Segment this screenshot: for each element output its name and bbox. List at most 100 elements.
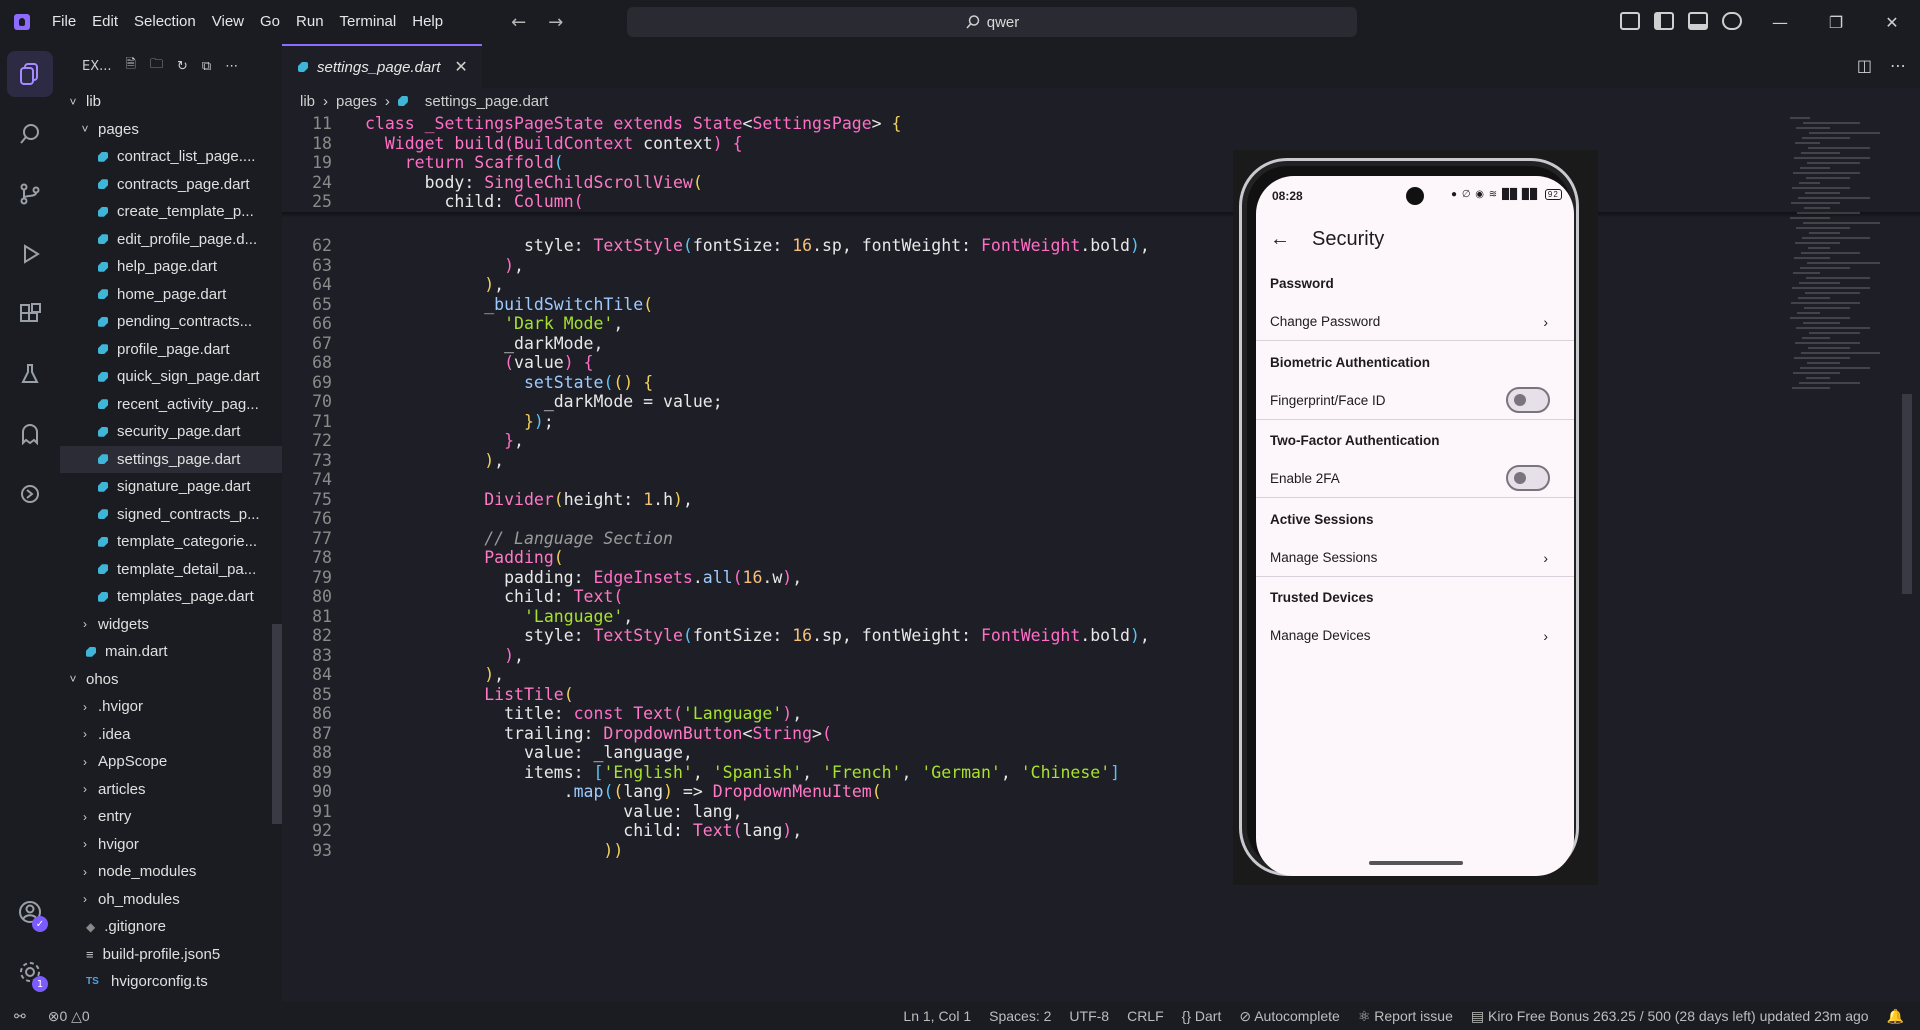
notifications-bell-icon[interactable]: 🔔	[1887, 1008, 1904, 1025]
settings-tile[interactable]: Change Password	[1270, 314, 1380, 329]
chevron-right-icon[interactable]: ›	[1543, 550, 1548, 566]
tree-folder[interactable]: › oh_modules	[60, 886, 282, 914]
report-issue[interactable]: ⚛ Report issue	[1358, 1008, 1453, 1025]
chevron-right-icon[interactable]: ›	[1543, 628, 1548, 644]
phone-screen[interactable]: 08:28 ● ∅ ◉ ≋ ██ ██ 92 ← Security Passwo…	[1256, 176, 1574, 876]
breadcrumb-file[interactable]: settings_page.dart	[425, 93, 548, 110]
tree-folder[interactable]: › node_modules	[60, 858, 282, 886]
settings-tile[interactable]: Enable 2FA	[1270, 471, 1340, 486]
editor-scrollbar[interactable]	[1902, 394, 1912, 594]
refresh-icon[interactable]: ↻	[177, 59, 188, 74]
remote-icon[interactable]: ⚯	[14, 1008, 26, 1025]
tree-folder[interactable]: ˅ ohos	[60, 666, 282, 694]
new-folder-icon[interactable]: 🗀	[150, 55, 163, 77]
menu-view[interactable]: View	[204, 0, 252, 44]
end-of-line[interactable]: CRLF	[1127, 1008, 1164, 1025]
manage-gear-icon[interactable]: 1	[0, 942, 60, 1002]
breadcrumb-pages[interactable]: pages	[336, 93, 377, 110]
minimap[interactable]	[1790, 114, 1890, 414]
restore-icon[interactable]: ❐	[1808, 0, 1864, 44]
toggle-panel-icon[interactable]	[1688, 12, 1708, 30]
search-icon[interactable]	[0, 104, 60, 164]
tree-file[interactable]: signed_contracts_p...	[60, 501, 282, 529]
tree-file[interactable]: help_page.dart	[60, 253, 282, 281]
breadcrumb-lib[interactable]: lib	[300, 93, 315, 110]
close-icon[interactable]: ✕	[1864, 0, 1920, 44]
explorer-icon[interactable]	[7, 51, 53, 97]
extensions-icon[interactable]	[0, 284, 60, 344]
minimize-icon[interactable]: —	[1752, 0, 1808, 44]
run-debug-icon[interactable]	[0, 224, 60, 284]
tree-file[interactable]: contract_list_page....	[60, 143, 282, 171]
menu-run[interactable]: Run	[288, 0, 332, 44]
chat-icon[interactable]	[1722, 12, 1742, 30]
account-icon[interactable]: ✓	[0, 882, 60, 942]
indentation[interactable]: Spaces: 2	[989, 1008, 1051, 1025]
tree-file[interactable]: recent_activity_pag...	[60, 391, 282, 419]
tree-folder[interactable]: › AppScope	[60, 748, 282, 776]
new-file-icon[interactable]: 🗎	[126, 55, 136, 77]
menu-help[interactable]: Help	[404, 0, 451, 44]
tree-folder[interactable]: › hvigor	[60, 831, 282, 859]
menu-file[interactable]: File	[44, 0, 84, 44]
tree-file[interactable]: security_page.dart	[60, 418, 282, 446]
tree-file[interactable]: templates_page.dart	[60, 583, 282, 611]
kiro-icon[interactable]	[0, 464, 60, 524]
collapse-all-icon[interactable]: ⧉	[202, 59, 211, 74]
tree-folder[interactable]: › widgets	[60, 611, 282, 639]
sidebar-scrollbar[interactable]	[272, 624, 282, 824]
testing-flask-icon[interactable]	[0, 344, 60, 404]
editor-more-icon[interactable]: ⋯	[1890, 56, 1906, 75]
menu-terminal[interactable]: Terminal	[332, 0, 405, 44]
tree-folder[interactable]: › .idea	[60, 721, 282, 749]
settings-tile[interactable]: Fingerprint/Face ID	[1270, 393, 1386, 408]
tree-file[interactable]: quick_sign_page.dart	[60, 363, 282, 391]
menu-go[interactable]: Go	[252, 0, 288, 44]
language-mode[interactable]: {} Dart	[1182, 1008, 1222, 1025]
back-arrow-icon[interactable]: ←	[511, 12, 526, 33]
settings-tile[interactable]: Manage Sessions	[1270, 550, 1377, 565]
tree-folder[interactable]: › entry	[60, 803, 282, 831]
toggle-switch[interactable]	[1506, 465, 1550, 491]
cursor-position[interactable]: Ln 1, Col 1	[903, 1008, 971, 1025]
tree-file[interactable]: ≡ build-profile.json5	[60, 941, 282, 969]
source-control-icon[interactable]	[0, 164, 60, 224]
menu-selection[interactable]: Selection	[126, 0, 204, 44]
settings-tile[interactable]: Manage Devices	[1270, 628, 1371, 643]
tree-file[interactable]: contracts_page.dart	[60, 171, 282, 199]
tree-file[interactable]: edit_profile_page.d...	[60, 226, 282, 254]
tree-file[interactable]: ◆ .gitignore	[60, 913, 282, 941]
tree-folder[interactable]: ˅ pages	[60, 116, 282, 144]
encoding[interactable]: UTF-8	[1069, 1008, 1109, 1025]
menu-edit[interactable]: Edit	[84, 0, 126, 44]
tree-file[interactable]: profile_page.dart	[60, 336, 282, 364]
back-arrow-icon[interactable]: ←	[1270, 228, 1290, 251]
tree-file[interactable]: create_template_p...	[60, 198, 282, 226]
toggle-sidebar-icon[interactable]	[1654, 12, 1674, 30]
tree-file[interactable]: template_detail_pa...	[60, 556, 282, 584]
tree-file[interactable]: settings_page.dart	[60, 445, 282, 473]
chevron-right-icon[interactable]: ›	[1543, 314, 1548, 330]
split-editor-icon[interactable]: ◫	[1857, 56, 1872, 75]
home-indicator[interactable]	[1369, 861, 1463, 865]
autocomplete-status[interactable]: ⊘ Autocomplete	[1239, 1008, 1339, 1025]
forward-arrow-icon[interactable]: →	[548, 12, 563, 33]
ghost-icon[interactable]	[0, 404, 60, 464]
problems-indicator[interactable]: ⊗0 △0	[48, 1008, 90, 1025]
tree-folder[interactable]: ˅ lib	[60, 88, 282, 116]
command-center-search[interactable]: qwer	[627, 7, 1357, 37]
close-tab-icon[interactable]: ✕	[454, 57, 467, 77]
tree-folder[interactable]: › .hvigor	[60, 693, 282, 721]
tab-settings-page[interactable]: settings_page.dart ✕	[282, 44, 482, 88]
tree-file[interactable]: TS hvigorconfig.ts	[60, 968, 282, 996]
kiro-bonus[interactable]: ▤ Kiro Free Bonus 263.25 / 500 (28 days …	[1471, 1008, 1869, 1025]
toggle-switch[interactable]	[1506, 386, 1550, 413]
tree-file[interactable]: main.dart	[60, 638, 282, 666]
tree-file[interactable]: home_page.dart	[60, 281, 282, 309]
tree-folder[interactable]: › articles	[60, 776, 282, 804]
customize-layout-icon[interactable]	[1620, 12, 1640, 30]
code-editor[interactable]: 11 class _SettingsPageState extends State…	[282, 114, 1920, 1002]
more-actions-icon[interactable]: ⋯	[225, 59, 238, 74]
tree-file[interactable]: pending_contracts...	[60, 308, 282, 336]
tree-file[interactable]: signature_page.dart	[60, 473, 282, 501]
